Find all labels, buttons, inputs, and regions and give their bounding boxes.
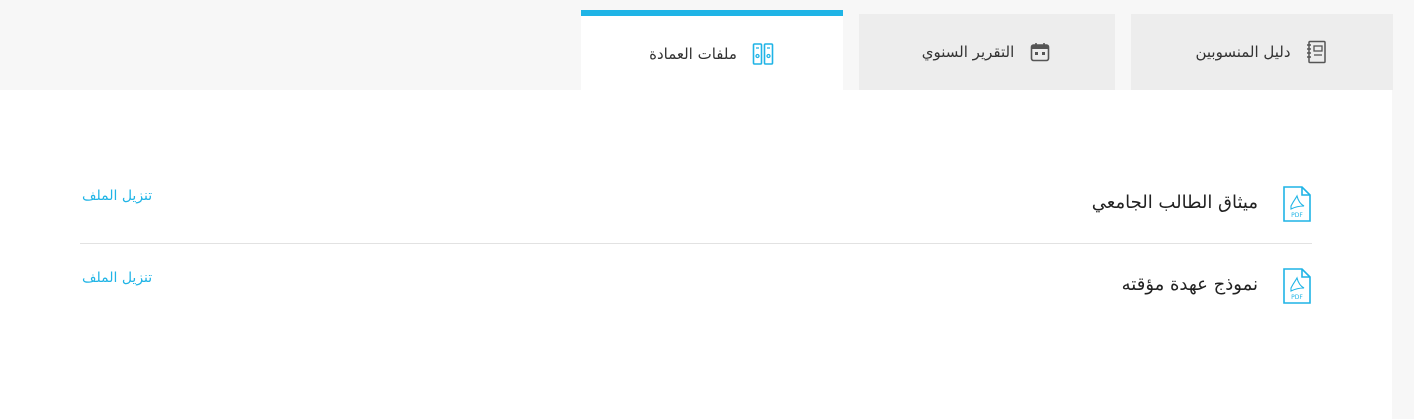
- download-file-link[interactable]: تنزيل الملف: [82, 188, 152, 204]
- download-file-link[interactable]: تنزيل الملف: [82, 270, 152, 286]
- file-row: PDF ميثاق الطالب الجامعي تنزيل الملف: [80, 172, 1312, 244]
- tab-annual-report[interactable]: التقرير السنوي: [859, 14, 1115, 90]
- file-name: نموذج عهدة مؤقته: [1121, 274, 1258, 295]
- tab-label: ملفات العمادة: [649, 45, 737, 63]
- tab-staff-directory[interactable]: دليل المنسوبين: [1131, 14, 1393, 90]
- file-name: ميثاق الطالب الجامعي: [1091, 192, 1258, 213]
- page: دليل المنسوبين التقرير السنوي ملفات العم…: [0, 0, 1414, 419]
- pdf-file-icon: PDF: [1282, 186, 1312, 222]
- tab-deanship-files[interactable]: ملفات العمادة: [581, 10, 843, 92]
- notebook-icon: [1305, 40, 1329, 64]
- tab-bar: دليل المنسوبين التقرير السنوي ملفات العم…: [0, 0, 1414, 92]
- pdf-badge: PDF: [1291, 212, 1303, 219]
- file-row: PDF نموذج عهدة مؤقته تنزيل الملف: [80, 254, 1312, 334]
- binders-icon: [751, 42, 775, 66]
- files-panel: PDF ميثاق الطالب الجامعي تنزيل الملف PDF…: [0, 90, 1392, 419]
- tab-label: التقرير السنوي: [921, 43, 1015, 61]
- calendar-icon: [1028, 40, 1052, 64]
- pdf-badge: PDF: [1291, 294, 1303, 301]
- tab-label: دليل المنسوبين: [1195, 43, 1291, 61]
- pdf-file-icon: PDF: [1282, 268, 1312, 304]
